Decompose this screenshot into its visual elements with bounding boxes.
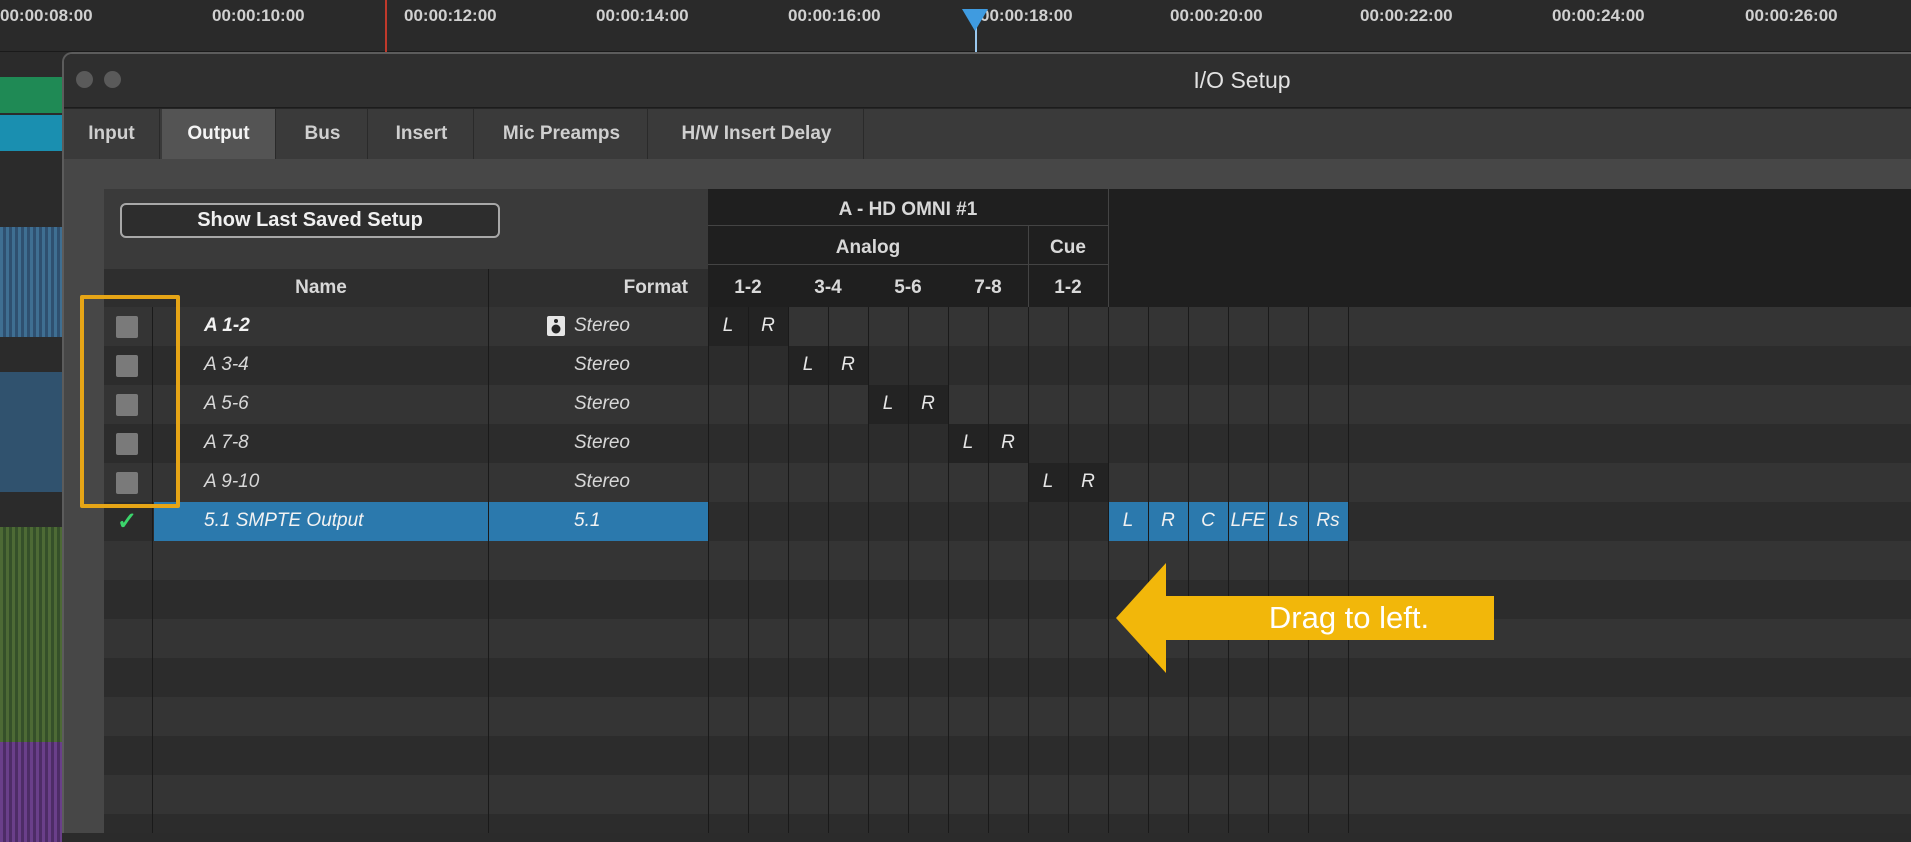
track-waveform bbox=[0, 227, 62, 337]
row-checkbox-checked[interactable]: ✓ bbox=[116, 510, 138, 534]
edit-cursor-line bbox=[385, 0, 387, 52]
output-panel: Show Last Saved Setup A - HD OMNI #1 Ana… bbox=[64, 159, 1911, 833]
header-divider bbox=[708, 225, 1108, 226]
grid-line bbox=[948, 307, 949, 833]
window-title: I/O Setup bbox=[1193, 67, 1291, 93]
ruler-timecode: 00:00:10:00 bbox=[212, 6, 305, 25]
io-setup-window: I/O Setup Input Output Bus Insert Mic Pr… bbox=[62, 52, 1911, 833]
ruler-timecode: 00:00:20:00 bbox=[1170, 6, 1263, 25]
grid-line bbox=[748, 307, 749, 833]
pair-header: 7-8 bbox=[974, 277, 1002, 298]
header-divider bbox=[1028, 225, 1029, 307]
timeline-ruler[interactable]: 00:00:08:00 00:00:10:00 00:00:12:00 00:0… bbox=[0, 0, 1911, 54]
track-lanes bbox=[0, 52, 62, 842]
ruler-timecode: 00:00:12:00 bbox=[404, 6, 497, 25]
header-divider bbox=[708, 264, 1108, 265]
empty-row bbox=[104, 775, 1911, 814]
channel-label: R bbox=[921, 393, 935, 414]
grid-line bbox=[488, 269, 489, 833]
empty-row bbox=[104, 697, 1911, 736]
output-format: Stereo bbox=[574, 354, 630, 375]
track-waveform bbox=[0, 742, 62, 842]
empty-row bbox=[104, 580, 1911, 619]
grid-line bbox=[1068, 307, 1069, 833]
output-format: 5.1 bbox=[574, 510, 601, 531]
column-header-format: Format bbox=[623, 277, 688, 298]
grid-line bbox=[908, 307, 909, 833]
grid-line bbox=[788, 307, 789, 833]
ruler-timecode: 00:00:24:00 bbox=[1552, 6, 1645, 25]
empty-row bbox=[104, 658, 1911, 697]
playhead-marker-icon[interactable] bbox=[962, 9, 988, 31]
grid-line bbox=[868, 307, 869, 833]
ruler-timecode: 00:00:22:00 bbox=[1360, 6, 1453, 25]
checkbox-highlight-box bbox=[80, 295, 180, 508]
tab-mic-preamps[interactable]: Mic Preamps bbox=[476, 109, 648, 159]
routing-grid: Show Last Saved Setup A - HD OMNI #1 Ana… bbox=[104, 189, 1911, 833]
tab-bus[interactable]: Bus bbox=[278, 109, 368, 159]
tab-output[interactable]: Output bbox=[162, 109, 276, 159]
output-row[interactable]: A 3-4 Stereo LR bbox=[104, 346, 1911, 385]
pair-header: 5-6 bbox=[894, 277, 922, 298]
output-name: A 5-6 bbox=[204, 393, 249, 414]
empty-row bbox=[104, 541, 1911, 580]
output-row[interactable]: A 7-8 Stereo LR bbox=[104, 424, 1911, 463]
tab-insert[interactable]: Insert bbox=[370, 109, 474, 159]
header-divider bbox=[1108, 189, 1109, 307]
channel-label: R bbox=[1081, 471, 1095, 492]
grid-line bbox=[1028, 307, 1029, 833]
grid-line bbox=[828, 307, 829, 833]
output-name: A 1-2 bbox=[204, 315, 250, 336]
grid-line bbox=[1108, 307, 1109, 833]
output-name: 5.1 SMPTE Output bbox=[204, 510, 364, 531]
ruler-timecode: 00:00:14:00 bbox=[596, 6, 689, 25]
track-color-strip bbox=[0, 77, 62, 113]
group-cue-header: Cue bbox=[1050, 237, 1086, 258]
empty-row bbox=[104, 736, 1911, 775]
grid-line bbox=[708, 307, 709, 833]
track-color-strip bbox=[0, 115, 62, 151]
output-row-selected[interactable]: ✓ 5.1 SMPTE Output 5.1 L R C LFE Ls Rs bbox=[104, 502, 1911, 541]
drag-instruction-label: Drag to left. bbox=[1268, 600, 1430, 635]
output-row[interactable]: A 9-10 Stereo LR bbox=[104, 463, 1911, 502]
output-name: A 9-10 bbox=[204, 471, 260, 492]
empty-row bbox=[104, 619, 1911, 658]
channel-label: R bbox=[1001, 432, 1015, 453]
output-format: Stereo bbox=[574, 432, 630, 453]
pair-header: 3-4 bbox=[814, 277, 842, 298]
speaker-icon[interactable] bbox=[546, 315, 566, 337]
empty-row bbox=[104, 814, 1911, 833]
track-waveform bbox=[0, 527, 62, 747]
output-row[interactable]: A 1-2 Stereo LR bbox=[104, 307, 1911, 346]
pair-header: 1-2 bbox=[1054, 277, 1082, 298]
ruler-timecode: 00:00:16:00 bbox=[788, 6, 881, 25]
channel-label: R bbox=[761, 315, 775, 336]
grid-line bbox=[988, 307, 989, 833]
output-format: Stereo bbox=[574, 315, 630, 336]
output-name: A 7-8 bbox=[204, 432, 249, 453]
ruler-timecode: 00:00:26:00 bbox=[1745, 6, 1838, 25]
device-header: A - HD OMNI #1 bbox=[838, 199, 978, 220]
ruler-timecode: 00:00:18:00 bbox=[980, 6, 1073, 25]
column-header-name: Name bbox=[295, 277, 347, 298]
tab-hw-insert-delay[interactable]: H/W Insert Delay bbox=[650, 109, 864, 159]
output-format: Stereo bbox=[574, 393, 630, 414]
output-format: Stereo bbox=[574, 471, 630, 492]
pair-header: 1-2 bbox=[734, 277, 762, 298]
show-last-saved-setup-button[interactable]: Show Last Saved Setup bbox=[120, 203, 500, 238]
group-analog-header: Analog bbox=[835, 237, 901, 258]
output-name: A 3-4 bbox=[204, 354, 249, 375]
output-row[interactable]: A 5-6 Stereo LR bbox=[104, 385, 1911, 424]
tab-bar: Input Output Bus Insert Mic Preamps H/W … bbox=[64, 109, 1911, 159]
window-titlebar[interactable]: I/O Setup bbox=[64, 54, 1911, 108]
tab-input[interactable]: Input bbox=[64, 109, 160, 159]
track-waveform bbox=[0, 372, 62, 492]
ruler-timecode: 00:00:08:00 bbox=[0, 6, 93, 25]
channel-label: R bbox=[841, 354, 855, 375]
channel-label: Rs bbox=[1316, 510, 1340, 531]
